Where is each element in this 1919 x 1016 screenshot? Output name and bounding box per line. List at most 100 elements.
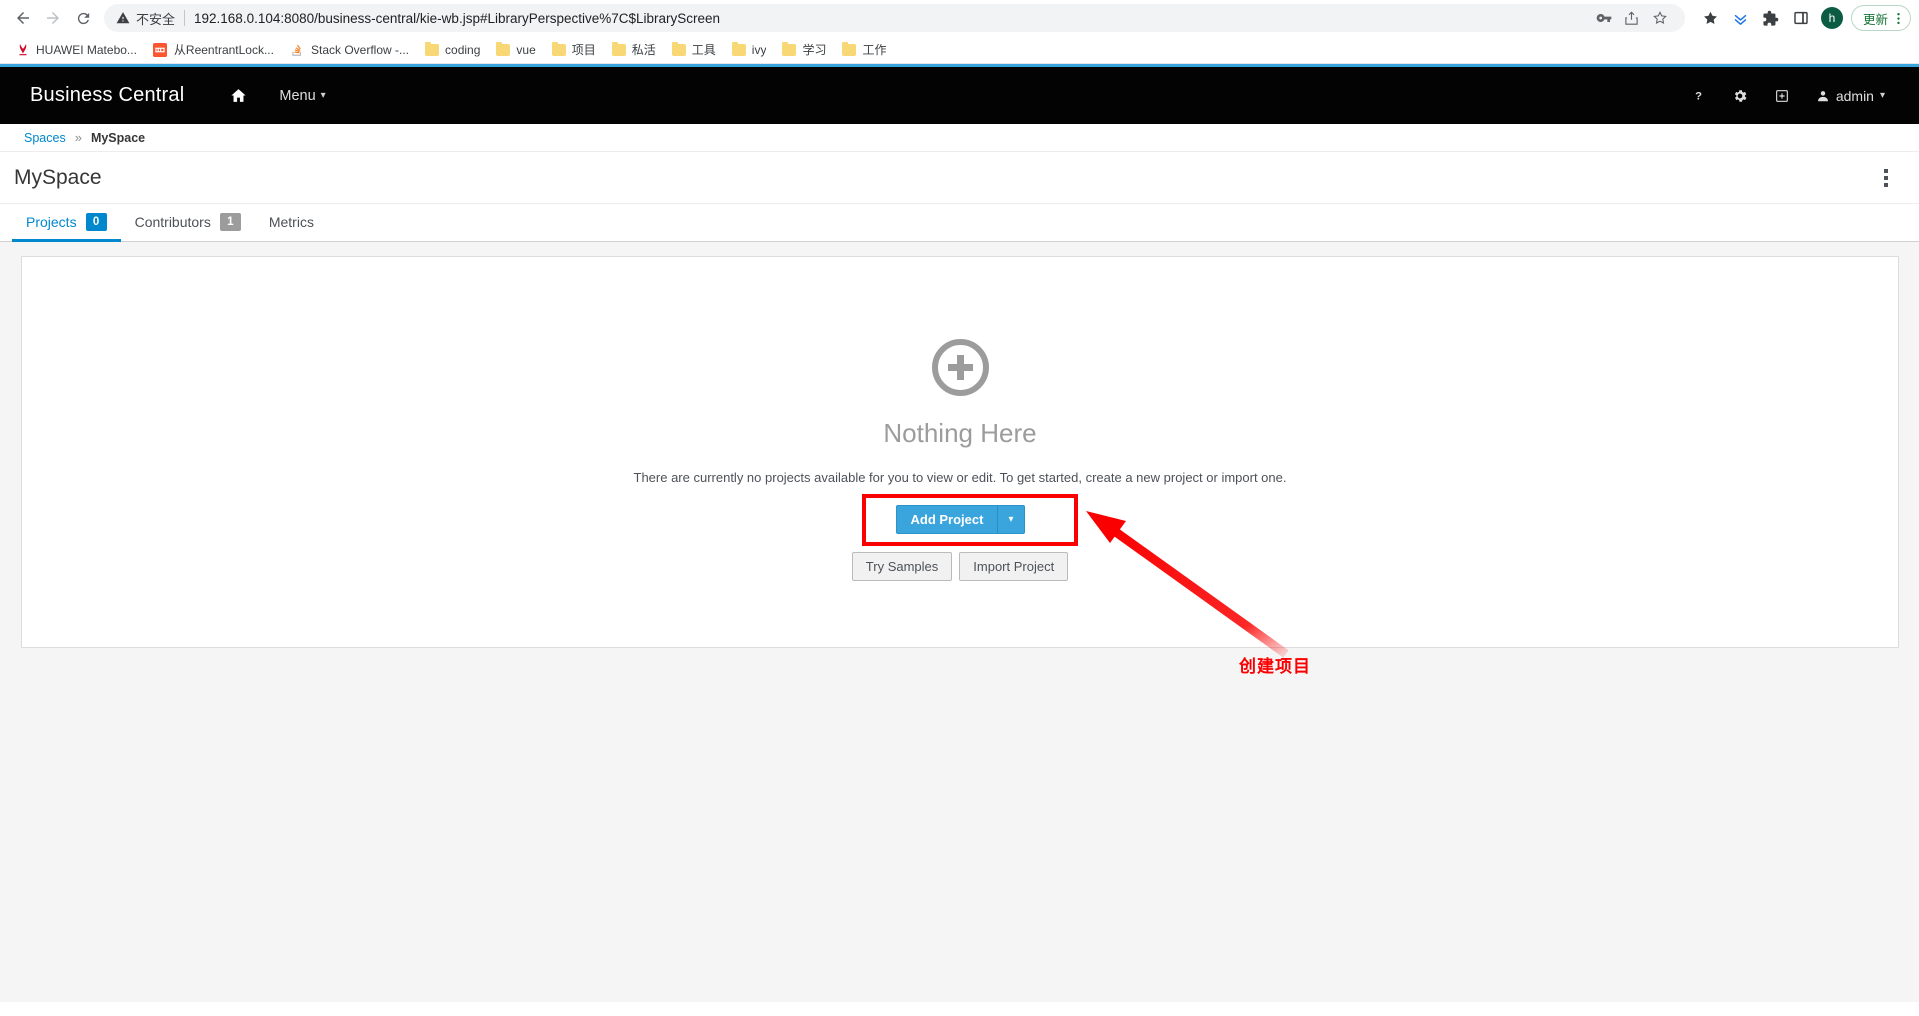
folder-icon bbox=[672, 44, 686, 56]
update-button[interactable]: 更新 bbox=[1851, 5, 1911, 31]
csdn-icon bbox=[153, 42, 168, 57]
breadcrumb-link-spaces[interactable]: Spaces bbox=[24, 131, 66, 145]
url-text[interactable]: 192.168.0.104:8080/business-central/kie-… bbox=[194, 11, 720, 26]
password-key-icon[interactable] bbox=[1591, 5, 1617, 31]
home-icon bbox=[230, 87, 247, 104]
bookmark-item[interactable]: 从ReentrantLock... bbox=[146, 38, 281, 61]
user-label: admin bbox=[1836, 88, 1874, 104]
bookmark-item[interactable]: coding bbox=[418, 40, 487, 60]
folder-icon bbox=[552, 44, 566, 56]
question-mark-icon: ? bbox=[1691, 88, 1706, 103]
empty-state: Nothing Here There are currently no proj… bbox=[22, 339, 1898, 581]
bookmark-item[interactable]: 学习 bbox=[775, 38, 833, 61]
kebab-vertical-icon[interactable] bbox=[1873, 163, 1899, 193]
breadcrumb-current: MySpace bbox=[91, 131, 145, 145]
bookmark-item[interactable]: 私活 bbox=[605, 38, 663, 61]
bookmarks-bar: HUAWEI Matebo... 从ReentrantLock... Stack… bbox=[0, 36, 1919, 64]
tabs-bar: Projects 0 Contributors 1 Metrics bbox=[0, 204, 1919, 242]
omnibox-divider bbox=[184, 10, 185, 26]
bookmark-item[interactable]: vue bbox=[489, 40, 542, 60]
bookmark-item[interactable]: 项目 bbox=[545, 38, 603, 61]
bookmark-label: HUAWEI Matebo... bbox=[36, 43, 137, 57]
chevron-down-icon: ▾ bbox=[1880, 91, 1885, 101]
tab-contributors[interactable]: Contributors 1 bbox=[121, 204, 255, 242]
side-panel-icon[interactable] bbox=[1787, 4, 1815, 32]
bookmark-item[interactable]: 工具 bbox=[665, 38, 723, 61]
profile-avatar[interactable]: h bbox=[1821, 7, 1843, 29]
warning-triangle-icon bbox=[116, 11, 130, 25]
import-project-button[interactable]: Import Project bbox=[959, 552, 1068, 581]
tab-label: Projects bbox=[26, 214, 77, 230]
user-icon bbox=[1816, 89, 1830, 103]
bookmark-label: vue bbox=[516, 43, 535, 57]
kebab-menu-icon[interactable] bbox=[1891, 11, 1906, 26]
bookmark-label: ivy bbox=[752, 43, 767, 57]
menu-label: Menu bbox=[279, 88, 315, 104]
tab-projects[interactable]: Projects 0 bbox=[12, 204, 121, 242]
folder-icon bbox=[612, 44, 626, 56]
add-project-button[interactable]: Add Project bbox=[896, 505, 998, 534]
tab-label: Metrics bbox=[269, 214, 314, 230]
kebab-dot bbox=[1884, 183, 1888, 187]
page-title: MySpace bbox=[14, 166, 102, 190]
toolbox-icon bbox=[1774, 88, 1790, 104]
settings-button[interactable] bbox=[1720, 80, 1760, 112]
app-header-actions: ? admin ▾ bbox=[1679, 80, 1897, 112]
chevron-down-icon: ▾ bbox=[1008, 515, 1013, 525]
folder-icon bbox=[782, 44, 796, 56]
tab-metrics[interactable]: Metrics bbox=[255, 204, 328, 242]
share-icon[interactable] bbox=[1619, 5, 1645, 31]
breadcrumb-separator: » bbox=[75, 130, 82, 145]
try-samples-button[interactable]: Try Samples bbox=[852, 552, 952, 581]
add-project-dropdown-toggle[interactable]: ▾ bbox=[997, 505, 1024, 534]
omnibox-actions bbox=[1583, 5, 1673, 31]
gear-icon bbox=[1732, 88, 1748, 104]
forward-button[interactable] bbox=[38, 3, 68, 33]
browser-chrome: 不安全 192.168.0.104:8080/business-central/… bbox=[0, 0, 1919, 64]
app-main-nav: Menu ▾ bbox=[214, 79, 341, 112]
tab-label: Contributors bbox=[135, 214, 211, 230]
bookmark-label: 工具 bbox=[692, 41, 716, 58]
huawei-icon bbox=[15, 42, 30, 57]
bookmark-label: 学习 bbox=[802, 41, 826, 58]
bookmark-label: 工作 bbox=[862, 41, 886, 58]
bookmark-item[interactable]: HUAWEI Matebo... bbox=[8, 39, 144, 60]
update-label: 更新 bbox=[1863, 9, 1888, 28]
add-project-button-group: Add Project ▾ bbox=[896, 505, 1025, 534]
empty-state-description: There are currently no projects availabl… bbox=[22, 470, 1898, 485]
home-nav-button[interactable] bbox=[214, 79, 263, 112]
folder-icon bbox=[496, 44, 510, 56]
help-button[interactable]: ? bbox=[1679, 80, 1718, 111]
folder-icon bbox=[732, 44, 746, 56]
address-bar[interactable]: 不安全 192.168.0.104:8080/business-central/… bbox=[104, 4, 1685, 32]
svg-text:?: ? bbox=[1695, 90, 1702, 102]
user-menu-button[interactable]: admin ▾ bbox=[1804, 80, 1897, 112]
app-brand-title[interactable]: Business Central bbox=[30, 84, 184, 107]
bookmark-label: 私活 bbox=[632, 41, 656, 58]
downloads-icon[interactable] bbox=[1727, 4, 1755, 32]
bookmark-item[interactable]: Stack Overflow -... bbox=[283, 39, 416, 60]
content-area: Nothing Here There are currently no proj… bbox=[0, 242, 1919, 1002]
bookmark-star-outline-icon[interactable] bbox=[1647, 5, 1673, 31]
bookmark-item[interactable]: ivy bbox=[725, 40, 774, 60]
folder-icon bbox=[842, 44, 856, 56]
bookmark-label: coding bbox=[445, 43, 480, 57]
business-central-app: Business Central Menu ▾ ? bbox=[0, 64, 1919, 1002]
status-badge: 1 bbox=[220, 213, 241, 231]
folder-icon bbox=[425, 44, 439, 56]
menu-nav-button[interactable]: Menu ▾ bbox=[263, 80, 341, 112]
security-label: 不安全 bbox=[136, 9, 175, 28]
star-filled-icon[interactable] bbox=[1697, 4, 1725, 32]
secondary-actions: Try Samples Import Project bbox=[22, 552, 1898, 581]
empty-state-title: Nothing Here bbox=[22, 418, 1898, 449]
puzzle-piece-icon[interactable] bbox=[1757, 4, 1785, 32]
chevron-down-icon: ▾ bbox=[321, 91, 326, 101]
app-header: Business Central Menu ▾ ? bbox=[0, 67, 1919, 124]
bookmark-item[interactable]: 工作 bbox=[835, 38, 893, 61]
browser-toolbar-right: h 更新 bbox=[1693, 4, 1911, 32]
apps-button[interactable] bbox=[1762, 80, 1802, 112]
reload-button[interactable] bbox=[68, 3, 98, 33]
plus-circle-icon bbox=[932, 339, 989, 396]
bookmark-label: 从ReentrantLock... bbox=[174, 41, 274, 58]
back-button[interactable] bbox=[8, 3, 38, 33]
